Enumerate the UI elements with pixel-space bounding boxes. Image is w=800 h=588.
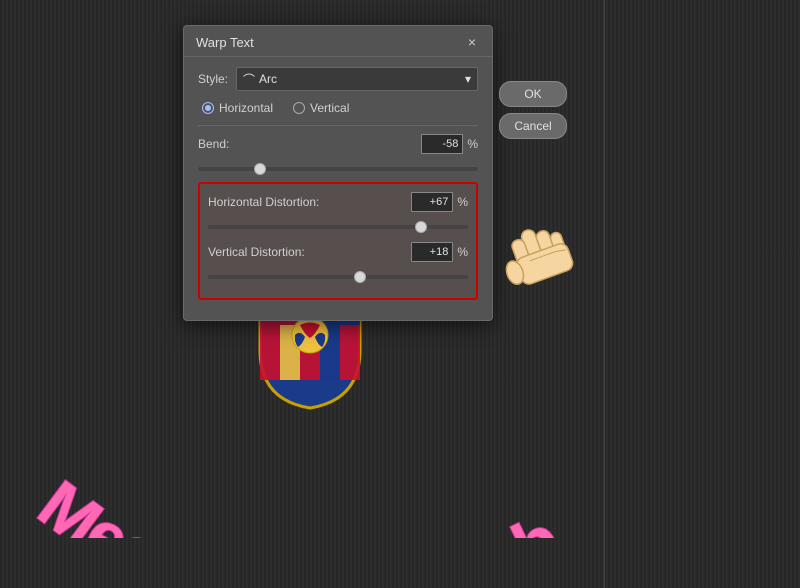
h-distortion-value[interactable]: +67 bbox=[411, 192, 453, 212]
dialog-title: Warp Text bbox=[196, 35, 254, 50]
v-distortion-label: Vertical Distortion: bbox=[208, 245, 305, 259]
bend-unit: % bbox=[467, 137, 478, 151]
svg-text:Mes Que Un Club: Mes Que Un Club bbox=[25, 466, 572, 538]
h-distortion-header: Horizontal Distortion: +67 % bbox=[208, 192, 468, 212]
distortion-section: Horizontal Distortion: +67 % Vertical Di… bbox=[198, 182, 478, 300]
v-distortion-slider[interactable] bbox=[208, 275, 468, 279]
orientation-row: Horizontal Vertical bbox=[198, 101, 478, 115]
cancel-button[interactable]: Cancel bbox=[499, 113, 567, 139]
v-distortion-header: Vertical Distortion: +18 % bbox=[208, 242, 468, 262]
h-distortion-row: Horizontal Distortion: +67 % bbox=[208, 192, 468, 234]
close-button[interactable]: × bbox=[464, 34, 480, 50]
vertical-label: Vertical bbox=[310, 101, 349, 115]
warp-text-dialog: Warp Text × Style: ⌒ Arc ▾ Horizontal V bbox=[183, 25, 493, 321]
bend-value-group: -58 % bbox=[421, 134, 478, 154]
dropdown-arrow-icon: ▾ bbox=[465, 72, 471, 86]
bend-label: Bend: bbox=[198, 137, 229, 151]
warped-text-container: Mes Que Un Club Mes Que Un Club bbox=[0, 318, 660, 558]
panel-divider bbox=[604, 0, 605, 588]
h-distortion-unit: % bbox=[457, 195, 468, 209]
h-distortion-slider[interactable] bbox=[208, 225, 468, 229]
bend-value[interactable]: -58 bbox=[421, 134, 463, 154]
ok-button[interactable]: OK bbox=[499, 81, 567, 107]
v-distortion-value[interactable]: +18 bbox=[411, 242, 453, 262]
v-distortion-unit: % bbox=[457, 245, 468, 259]
h-distortion-label: Horizontal Distortion: bbox=[208, 195, 319, 209]
h-distortion-value-group: +67 % bbox=[411, 192, 468, 212]
style-value: Arc bbox=[259, 72, 277, 86]
v-distortion-row: Vertical Distortion: +18 % bbox=[208, 242, 468, 284]
v-distortion-value-group: +18 % bbox=[411, 242, 468, 262]
bend-header: Bend: -58 % bbox=[198, 134, 478, 154]
horizontal-radio[interactable] bbox=[202, 102, 214, 114]
style-row: Style: ⌒ Arc ▾ bbox=[198, 67, 478, 91]
dialog-titlebar: Warp Text × bbox=[184, 26, 492, 57]
style-select[interactable]: ⌒ Arc ▾ bbox=[236, 67, 478, 91]
style-label: Style: bbox=[198, 72, 228, 86]
horizontal-label: Horizontal bbox=[219, 101, 273, 115]
vertical-option[interactable]: Vertical bbox=[293, 101, 349, 115]
dialog-body: Style: ⌒ Arc ▾ Horizontal Vertical bbox=[184, 57, 492, 320]
vertical-radio[interactable] bbox=[293, 102, 305, 114]
bend-slider[interactable] bbox=[198, 167, 478, 171]
style-icon: ⌒ bbox=[243, 71, 255, 88]
horizontal-option[interactable]: Horizontal bbox=[202, 101, 273, 115]
dialog-buttons: OK Cancel bbox=[499, 81, 567, 139]
bend-section: Bend: -58 % bbox=[198, 134, 478, 176]
divider bbox=[198, 125, 478, 126]
style-select-content: ⌒ Arc bbox=[243, 71, 277, 88]
